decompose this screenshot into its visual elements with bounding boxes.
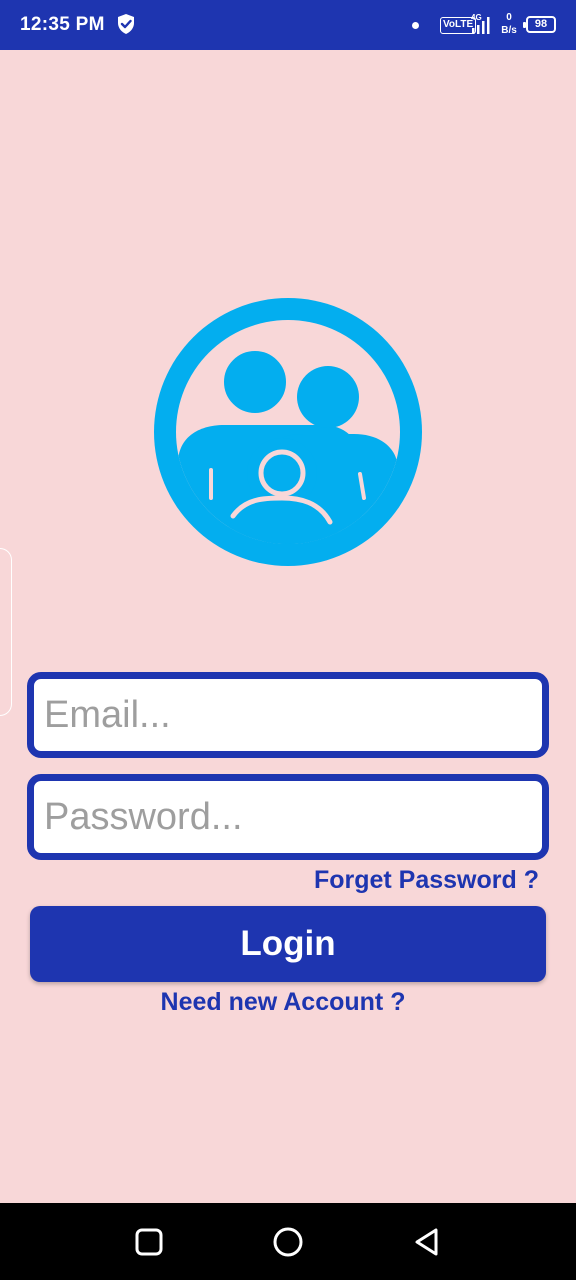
recents-icon[interactable] [132, 1225, 166, 1259]
net-speed-unit: B/s [501, 25, 517, 36]
password-field[interactable] [27, 774, 549, 860]
net-speed: 0 B/s [498, 11, 520, 37]
email-field[interactable] [27, 672, 549, 758]
need-new-account-link[interactable]: Need new Account ? [0, 988, 566, 1017]
network-type-label: 4G [471, 13, 482, 22]
status-time: 12:35 PM [20, 14, 105, 35]
navigation-bar [0, 1203, 576, 1280]
shield-check-icon [118, 14, 134, 34]
status-bar: 12:35 PM VoLTE 4G 0 B/s 98 [0, 0, 576, 50]
battery-icon: 98 [523, 16, 556, 33]
battery-level: 98 [534, 18, 548, 30]
login-button[interactable]: Login [30, 906, 546, 982]
password-input[interactable] [34, 781, 542, 853]
email-input[interactable] [34, 679, 542, 751]
side-panel-handle[interactable] [0, 548, 12, 716]
family-group-icon [154, 298, 422, 566]
signal-icon: 4G [471, 13, 490, 34]
forget-password-link[interactable]: Forget Password ? [314, 866, 539, 895]
net-speed-value: 0 [506, 12, 512, 23]
notification-dot-icon [412, 22, 419, 29]
back-icon[interactable] [410, 1225, 444, 1259]
home-icon[interactable] [271, 1225, 305, 1259]
